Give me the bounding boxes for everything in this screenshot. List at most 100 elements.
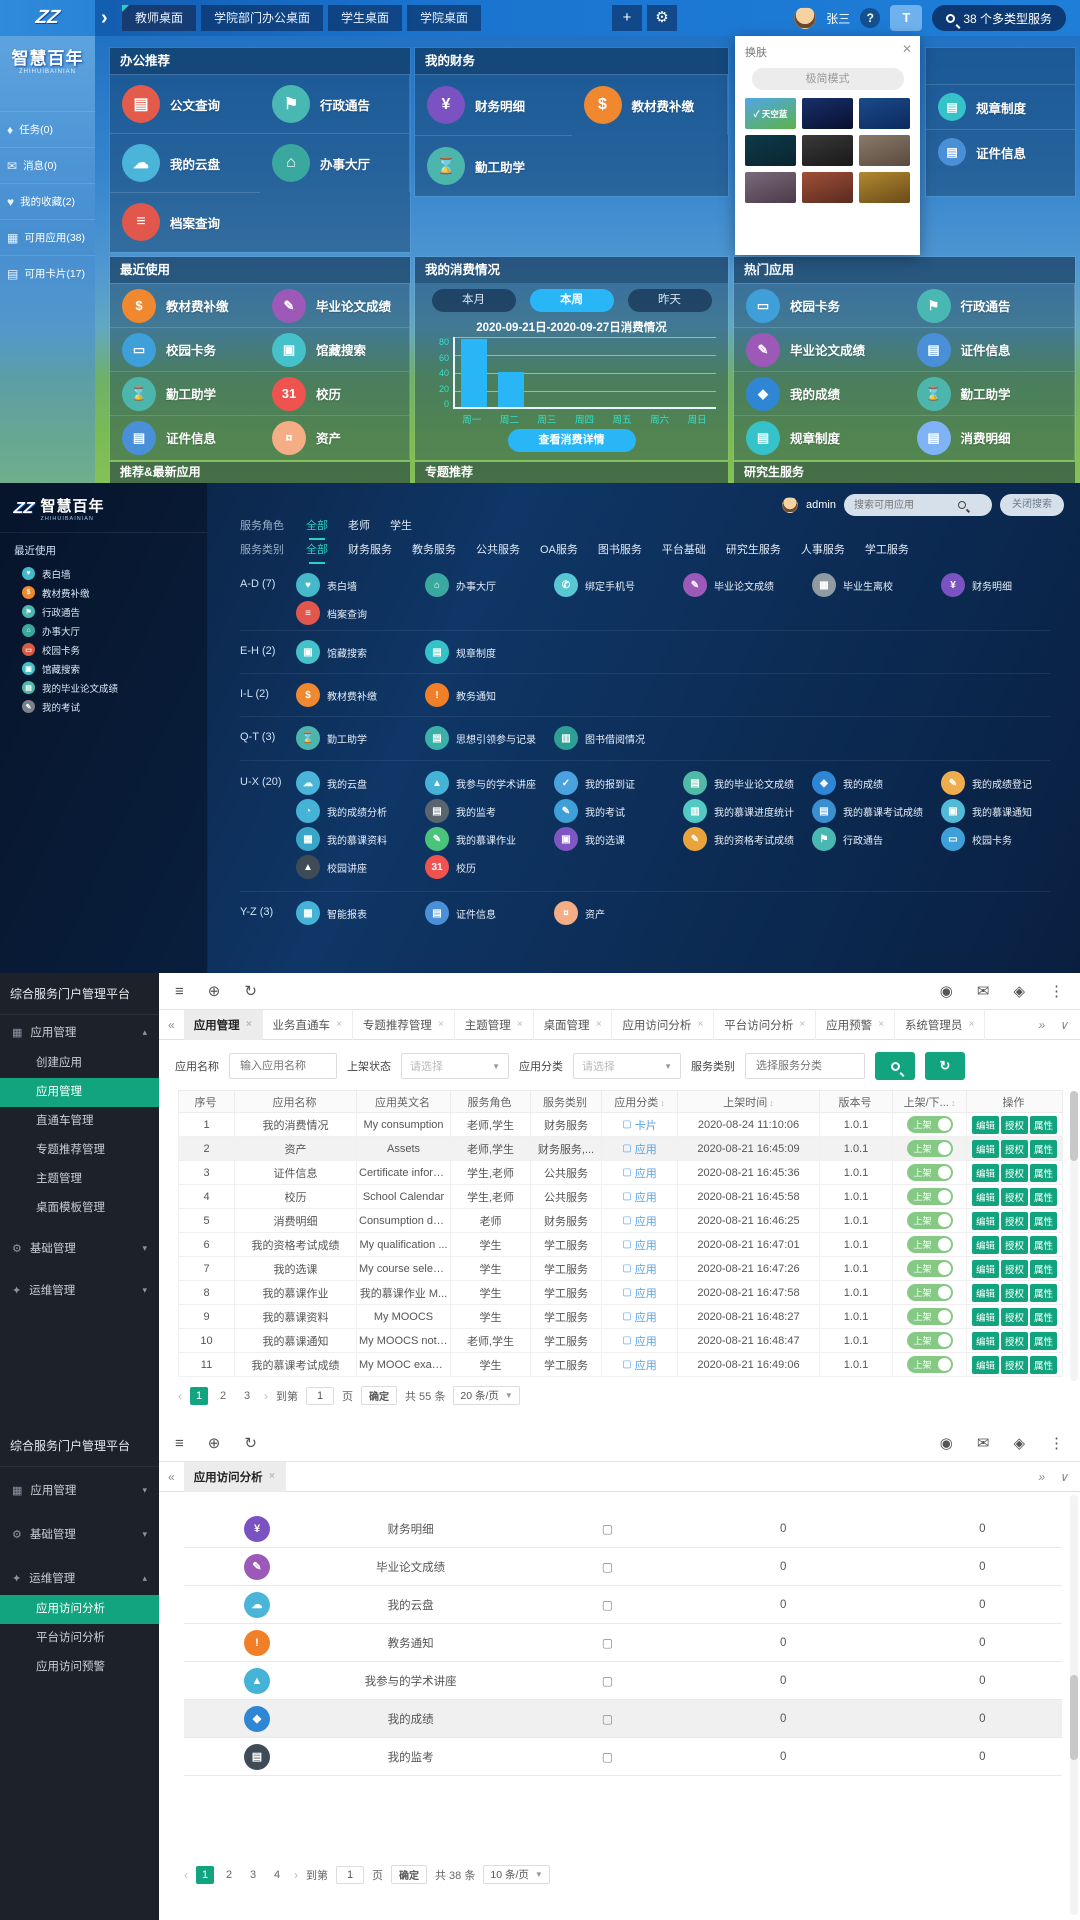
column-header[interactable]: 上架/下...↕ bbox=[893, 1091, 967, 1113]
admin-tab[interactable]: 专题推荐管理 × bbox=[353, 1010, 455, 1040]
app-item[interactable]: ☁ 我的云盘 bbox=[110, 133, 260, 192]
close-tab-icon[interactable]: × bbox=[968, 1019, 974, 1030]
table-row[interactable]: 9 我的慕课资料 My MOOCS 学生 学工服务 ▢应用 2020-08-21… bbox=[179, 1305, 1063, 1329]
publish-toggle[interactable]: 上架 bbox=[907, 1212, 953, 1229]
column-header[interactable]: 服务角色 bbox=[451, 1091, 531, 1113]
page-number[interactable]: 2 bbox=[214, 1387, 232, 1405]
submenu-item[interactable]: 直通车管理 bbox=[0, 1107, 159, 1136]
edit-button[interactable]: 编辑 bbox=[972, 1236, 999, 1254]
edit-button[interactable]: 编辑 bbox=[972, 1116, 999, 1134]
property-button[interactable]: 属性 bbox=[1030, 1188, 1057, 1206]
authorize-button[interactable]: 授权 bbox=[1001, 1284, 1028, 1302]
app-item[interactable]: ◆ 我的成绩 bbox=[734, 371, 905, 415]
app-item[interactable]: ¥ 财务明细 bbox=[941, 571, 1070, 599]
publish-toggle[interactable]: 上架 bbox=[907, 1236, 953, 1253]
publish-toggle[interactable]: 上架 bbox=[907, 1356, 953, 1373]
app-item[interactable]: ⌛ 勤工助学 bbox=[110, 371, 260, 415]
globe-icon[interactable]: ⊕ bbox=[208, 1434, 221, 1452]
category-link[interactable]: ▢卡片 bbox=[622, 1117, 656, 1133]
table-row[interactable]: 5 消费明细 Consumption det... 老师 财务服务 ▢应用 20… bbox=[179, 1209, 1063, 1233]
jump-page-input[interactable] bbox=[306, 1387, 334, 1405]
analysis-row[interactable]: ☁ 我的云盘 ▢ 0 0 bbox=[184, 1586, 1062, 1624]
sort-icon[interactable]: ↕ bbox=[769, 1098, 774, 1108]
app-item[interactable]: ◔ 我的成绩分析 bbox=[296, 797, 425, 825]
desktop-tab[interactable]: 学院部门办公桌面 bbox=[201, 5, 323, 31]
tabs-menu-caret-icon[interactable]: ∨ bbox=[1059, 1470, 1068, 1484]
jump-page-input[interactable] bbox=[336, 1866, 364, 1884]
sidebar-item[interactable]: ✉ 消息(0) bbox=[0, 147, 95, 183]
app-item[interactable]: ⚑ 行政通告 bbox=[905, 283, 1076, 327]
hall-search[interactable] bbox=[844, 494, 992, 516]
collapse-icon[interactable]: ≡ bbox=[175, 1435, 184, 1452]
category-option[interactable]: 图书服务 bbox=[598, 541, 642, 557]
app-item[interactable]: ¤ 资产 bbox=[260, 415, 410, 459]
app-item[interactable]: $ 教材费补缴 bbox=[572, 74, 729, 135]
analysis-tab[interactable]: 应用访问分析 × bbox=[184, 1462, 286, 1492]
publish-toggle[interactable]: 上架 bbox=[907, 1308, 953, 1325]
menu-basic-management[interactable]: ⚙ 基础管理 ▾ bbox=[0, 1231, 159, 1265]
property-button[interactable]: 属性 bbox=[1030, 1164, 1057, 1182]
publish-toggle[interactable]: 上架 bbox=[907, 1284, 953, 1301]
page-number[interactable]: 2 bbox=[220, 1866, 238, 1884]
per-page-select[interactable]: 20 条/页▼ bbox=[453, 1386, 519, 1405]
view-consumption-detail-button[interactable]: 查看消费详情 bbox=[508, 429, 636, 452]
category-option[interactable]: 研究生服务 bbox=[726, 541, 781, 557]
app-item[interactable]: ✓ 我的报到证 bbox=[554, 769, 683, 797]
close-tab-icon[interactable]: × bbox=[878, 1019, 884, 1030]
name-filter-input[interactable] bbox=[238, 1059, 328, 1073]
close-tab-icon[interactable]: × bbox=[269, 1471, 275, 1482]
tabs-scroll-right-icon[interactable]: » bbox=[1039, 1018, 1046, 1032]
confirm-button[interactable]: 确定 bbox=[361, 1386, 397, 1405]
menu-app-management[interactable]: ▦ 应用管理 ▾ bbox=[0, 1473, 159, 1507]
analysis-row[interactable]: ▤ 我的监考 ▢ 0 0 bbox=[184, 1738, 1062, 1776]
more-icon[interactable]: ⋮ bbox=[1049, 1434, 1064, 1452]
app-item[interactable]: ✎ 毕业论文成绩 bbox=[683, 571, 812, 599]
app-item[interactable]: ▦ 我的慕课资料 bbox=[296, 825, 425, 853]
recent-app-item[interactable]: ✎ 我的考试 bbox=[0, 697, 207, 716]
tabs-scroll-right-icon[interactable]: » bbox=[1039, 1470, 1046, 1484]
app-item[interactable]: ▥ 我的慕课进度统计 bbox=[683, 797, 812, 825]
category-option[interactable]: OA服务 bbox=[540, 541, 578, 557]
submenu-item[interactable]: 主题管理 bbox=[0, 1165, 159, 1194]
app-item[interactable]: ♥ 表白墙 bbox=[296, 571, 425, 599]
close-tab-icon[interactable]: × bbox=[517, 1019, 523, 1030]
recent-app-item[interactable]: ♥ 表白墙 bbox=[0, 564, 207, 583]
category-filter-select[interactable]: 请选择▼ bbox=[573, 1053, 681, 1079]
table-row[interactable]: 6 我的资格考试成绩 My qualification ... 学生 学工服务 … bbox=[179, 1233, 1063, 1257]
column-header[interactable]: 应用分类↕ bbox=[602, 1091, 678, 1113]
publish-toggle[interactable]: 上架 bbox=[907, 1164, 953, 1181]
property-button[interactable]: 属性 bbox=[1030, 1308, 1057, 1326]
category-option[interactable]: 人事服务 bbox=[801, 541, 845, 557]
close-tab-icon[interactable]: × bbox=[697, 1019, 703, 1030]
menu-ops-management[interactable]: ✦ 运维管理 ▾ bbox=[0, 1273, 159, 1307]
menu-basic-management[interactable]: ⚙ 基础管理 ▾ bbox=[0, 1517, 159, 1551]
authorize-button[interactable]: 授权 bbox=[1001, 1116, 1028, 1134]
app-item[interactable]: ✎ 我的资格考试成绩 bbox=[683, 825, 812, 853]
app-item[interactable]: ▤ 证件信息 bbox=[425, 899, 554, 927]
tag-icon[interactable]: ◈ bbox=[1013, 1434, 1025, 1452]
authorize-button[interactable]: 授权 bbox=[1001, 1164, 1028, 1182]
next-page-icon[interactable]: › bbox=[294, 1868, 298, 1882]
category-link[interactable]: ▢应用 bbox=[622, 1309, 656, 1325]
app-item[interactable]: ◆ 我的成绩 bbox=[812, 769, 941, 797]
consumption-tab[interactable]: 昨天 bbox=[628, 289, 712, 312]
app-item[interactable]: ▤ 规章制度 bbox=[926, 84, 1075, 129]
app-item[interactable]: ▦ 智能报表 bbox=[296, 899, 425, 927]
app-item[interactable]: ▭ 校园卡务 bbox=[941, 825, 1070, 853]
help-icon[interactable]: ? bbox=[860, 8, 880, 28]
submenu-item[interactable]: 应用管理 bbox=[0, 1078, 159, 1107]
app-item[interactable]: ▣ 馆藏搜索 bbox=[296, 638, 425, 666]
next-page-icon[interactable]: › bbox=[264, 1389, 268, 1403]
skin-thumbnail[interactable] bbox=[802, 172, 853, 203]
column-header[interactable]: 操作 bbox=[967, 1091, 1063, 1113]
table-row[interactable]: 3 证件信息 Certificate inform... 学生,老师 公共服务 … bbox=[179, 1161, 1063, 1185]
close-tab-icon[interactable]: × bbox=[336, 1019, 342, 1030]
app-item[interactable]: ≡ 档案查询 bbox=[110, 192, 260, 251]
category-link[interactable]: ▢应用 bbox=[622, 1285, 656, 1301]
app-item[interactable]: ▤ 证件信息 bbox=[926, 129, 1075, 174]
tabs-menu-caret-icon[interactable]: ∨ bbox=[1059, 1018, 1068, 1032]
tabs-scroll-left-icon[interactable]: « bbox=[159, 1470, 184, 1484]
app-item[interactable]: ✎ 我的考试 bbox=[554, 797, 683, 825]
admin-tab[interactable]: 应用访问分析 × bbox=[612, 1010, 714, 1040]
confirm-button[interactable]: 确定 bbox=[391, 1865, 427, 1884]
